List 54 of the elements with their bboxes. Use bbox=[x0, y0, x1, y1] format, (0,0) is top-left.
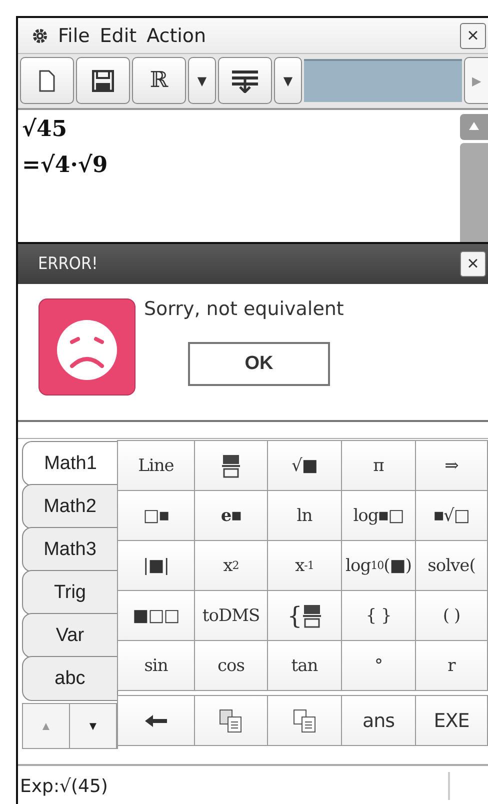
keyboard-key[interactable]: ■□□ bbox=[117, 590, 195, 641]
keyboard-key[interactable]: solve( bbox=[415, 540, 488, 591]
keyboard-tab[interactable]: Math1 bbox=[22, 441, 118, 486]
tab-scroll-button[interactable]: ▼ bbox=[70, 704, 117, 748]
ok-button[interactable]: OK bbox=[188, 342, 330, 386]
list-button[interactable] bbox=[218, 57, 272, 104]
dropdown-button[interactable]: ▼ bbox=[274, 57, 302, 104]
close-button[interactable]: × bbox=[460, 251, 486, 277]
keyboard-key[interactable]: |■| bbox=[117, 540, 195, 591]
real-mode-button[interactable]: ℝ bbox=[132, 57, 186, 104]
math-expression: √45 bbox=[22, 116, 68, 142]
sad-face-icon bbox=[38, 298, 136, 396]
keyboard-key[interactable]: □$^{■}$ bbox=[117, 490, 195, 541]
keyboard-key[interactable]: Line bbox=[117, 440, 195, 491]
up-triangle-icon bbox=[469, 122, 479, 130]
fraction-key[interactable] bbox=[194, 440, 268, 491]
keyboard-key[interactable]: ( ) bbox=[415, 590, 488, 641]
new-file-button[interactable] bbox=[20, 57, 74, 104]
keyboard-tab[interactable]: Math3 bbox=[22, 527, 118, 572]
math-expression: =√4·√9 bbox=[22, 152, 109, 178]
copy-icon bbox=[219, 708, 243, 732]
dropdown-button[interactable]: ▼ bbox=[188, 57, 216, 104]
save-button[interactable] bbox=[76, 57, 130, 104]
scrollbar-track[interactable] bbox=[460, 143, 488, 242]
list-down-arrow-icon bbox=[230, 68, 260, 92]
keyboard-key[interactable]: √■ bbox=[267, 440, 342, 491]
menu-item[interactable]: Action bbox=[146, 24, 206, 46]
menu-item[interactable]: File bbox=[58, 24, 90, 46]
menu-item[interactable]: Edit bbox=[100, 24, 137, 46]
page-icon bbox=[39, 70, 55, 92]
keyboard-tab[interactable]: abc bbox=[22, 656, 118, 701]
keyboard-tab[interactable]: Math2 bbox=[22, 484, 118, 529]
scroll-up-button[interactable] bbox=[460, 114, 488, 140]
paste-icon bbox=[292, 708, 316, 732]
dialog-title: ERROR! bbox=[38, 254, 98, 274]
keyboard-key[interactable]: ans bbox=[341, 695, 416, 746]
copy-key[interactable] bbox=[194, 695, 268, 746]
fraction-icon bbox=[221, 454, 241, 478]
close-button[interactable]: × bbox=[460, 22, 486, 48]
backspace-key[interactable] bbox=[117, 695, 195, 746]
keyboard-key[interactable]: ⇒ bbox=[415, 440, 488, 491]
keyboard-key[interactable]: sin bbox=[117, 640, 195, 691]
fraction-icon bbox=[302, 604, 322, 628]
keyboard-key[interactable]: r bbox=[415, 640, 488, 691]
left-arrow-icon bbox=[145, 714, 167, 726]
keyboard-tab[interactable]: Var bbox=[22, 613, 118, 658]
error-message: Sorry, not equivalent bbox=[144, 298, 344, 320]
keyboard-key[interactable]: π bbox=[341, 440, 416, 491]
settings-icon[interactable] bbox=[32, 28, 48, 44]
keyboard-tab[interactable]: Trig bbox=[22, 570, 118, 615]
paste-key[interactable] bbox=[267, 695, 342, 746]
keyboard-key[interactable]: EXE bbox=[415, 695, 488, 746]
status-text: Exp:√(45) bbox=[20, 776, 108, 796]
keyboard-key[interactable]: $^{■}$√□ bbox=[415, 490, 488, 541]
